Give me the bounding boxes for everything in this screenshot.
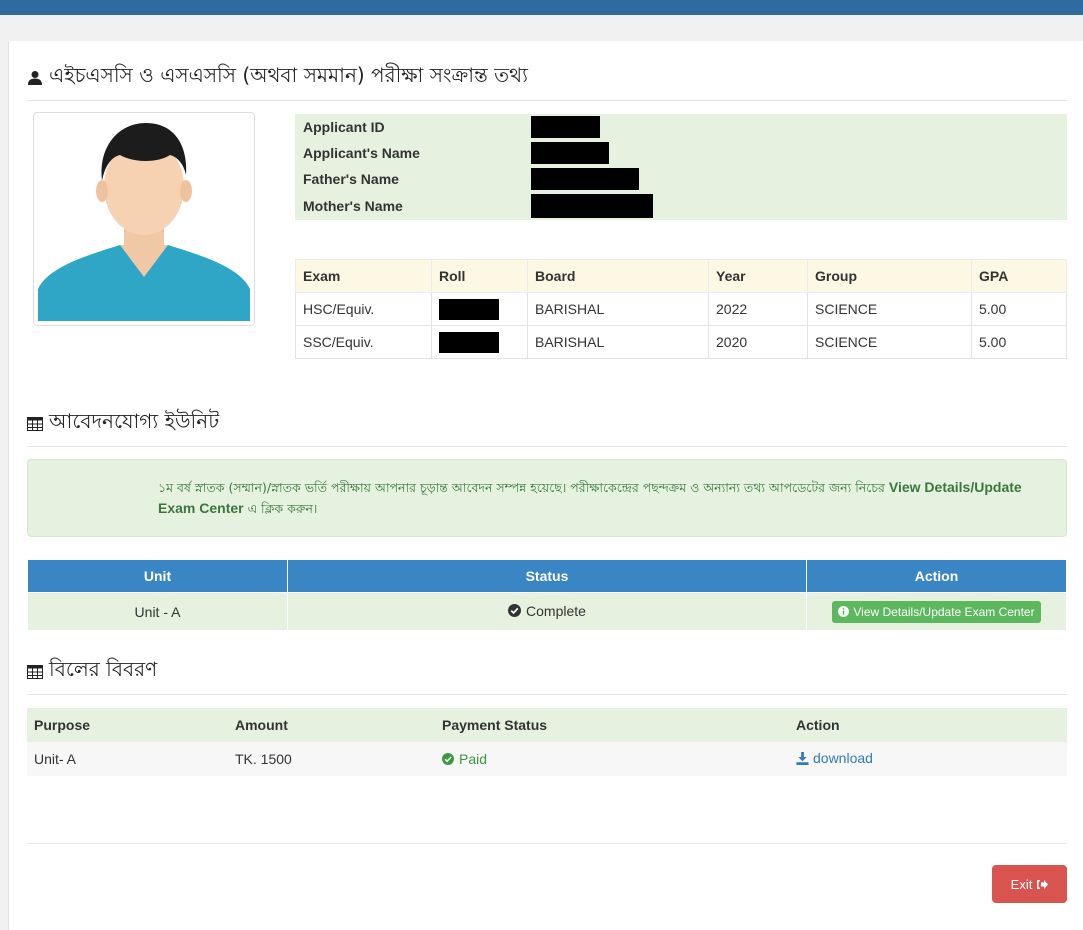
- exam-cell: SSC/Equiv.: [295, 325, 432, 359]
- amount-col-header: Amount: [228, 708, 435, 742]
- group-col-header: Group: [807, 259, 972, 293]
- father-name-row: Father's Name: [295, 166, 1067, 192]
- group-cell: SCIENCE: [807, 325, 972, 359]
- table-icon: [27, 664, 43, 679]
- top-navbar: [0, 0, 1083, 15]
- status-col-header: Status: [287, 559, 807, 593]
- payment-status-cell: Paid: [435, 742, 789, 776]
- exit-button[interactable]: Exit: [992, 865, 1067, 903]
- view-details-update-exam-center-button[interactable]: View Details/Update Exam Center: [832, 600, 1041, 623]
- paid-text: Paid: [459, 750, 488, 767]
- board-cell: BARISHAL: [527, 325, 709, 359]
- action-col-header: Action: [806, 559, 1067, 593]
- avatar-placeholder-image: [38, 123, 250, 321]
- unit-status-table: Unit Status Action Unit - A Complete Vie…: [27, 559, 1067, 631]
- applicant-id-value: [531, 114, 1067, 140]
- redacted-block: [531, 142, 609, 164]
- applicant-name-label: Applicant's Name: [295, 140, 531, 166]
- redacted-block: [439, 298, 499, 320]
- alert-text-before: ১ম বর্ষ স্নাতক (সম্মান)/স্নাতক ভর্তি পরী…: [158, 480, 885, 495]
- purpose-cell: Unit- A: [27, 742, 228, 776]
- roll-col-header: Roll: [431, 259, 528, 293]
- download-icon: [796, 751, 809, 765]
- check-circle-icon: [508, 604, 522, 618]
- applicant-name-row: Applicant's Name: [295, 140, 1067, 166]
- board-cell: BARISHAL: [527, 292, 709, 326]
- redacted-block: [531, 193, 653, 218]
- exam-table-header: Exam Roll Board Year Group GPA: [295, 259, 1067, 293]
- table-row: HSC/Equiv. BARISHAL 2022 SCIENCE 5.00: [295, 292, 1067, 326]
- unit-table-header: Unit Status Action: [27, 559, 1067, 593]
- table-row: Unit - A Complete View Details/Update Ex…: [27, 592, 1067, 631]
- info-circle-icon: [838, 606, 850, 617]
- exam-info-title-text: এইচএসসি ও এসএসসি (অথবা সমমান) পরীক্ষা সং…: [49, 63, 528, 87]
- application-success-alert: ১ম বর্ষ স্নাতক (সম্মান)/স্নাতক ভর্তি পরী…: [27, 459, 1067, 537]
- status-text: Complete: [526, 602, 586, 619]
- exam-results-table: Exam Roll Board Year Group GPA HSC/Equiv…: [295, 259, 1067, 359]
- year-cell: 2020: [708, 325, 808, 359]
- action-cell: View Details/Update Exam Center: [806, 592, 1067, 631]
- year-cell: 2022: [708, 292, 808, 326]
- bill-action-col-header: Action: [789, 708, 1067, 742]
- father-name-value: [531, 166, 1067, 192]
- bill-action-cell: download: [789, 742, 1067, 776]
- unit-col-header: Unit: [27, 559, 288, 593]
- board-col-header: Board: [527, 259, 709, 293]
- sign-out-icon: [1036, 879, 1049, 890]
- exam-info-section-title: এইচএসসি ও এসএসসি (অথবা সমমান) পরীক্ষা সং…: [27, 61, 1067, 101]
- download-link-text: download: [813, 750, 873, 767]
- year-col-header: Year: [708, 259, 808, 293]
- main-panel: এইচএসসি ও এসএসসি (অথবা সমমান) পরীক্ষা সং…: [8, 41, 1083, 930]
- view-details-button-label: View Details/Update Exam Center: [853, 604, 1035, 619]
- applicant-info-table: Applicant ID Applicant's Name Father's N…: [295, 114, 1067, 225]
- bill-title-text: বিলের বিবরণ: [49, 657, 158, 681]
- redacted-block: [439, 331, 499, 353]
- footer-divider: [27, 843, 1067, 844]
- mother-name-label: Mother's Name: [295, 192, 531, 225]
- applicant-name-value: [531, 140, 1067, 166]
- redacted-block: [531, 168, 639, 190]
- status-cell: Complete: [287, 592, 807, 631]
- table-row: Unit- A TK. 1500 Paid download: [27, 742, 1067, 776]
- exit-button-label: Exit: [1010, 876, 1033, 892]
- gpa-cell: 5.00: [971, 292, 1067, 326]
- purpose-col-header: Purpose: [27, 708, 228, 742]
- units-section-title: আবেদনযোগ্য ইউনিট: [27, 407, 1067, 447]
- applicant-id-row: Applicant ID: [295, 114, 1067, 140]
- table-row: SSC/Equiv. BARISHAL 2020 SCIENCE 5.00: [295, 325, 1067, 359]
- unit-cell: Unit - A: [27, 592, 288, 631]
- applicant-id-label: Applicant ID: [295, 114, 531, 140]
- gpa-col-header: GPA: [971, 259, 1067, 293]
- applicant-photo: [33, 112, 255, 326]
- status-complete: Complete: [508, 603, 586, 619]
- table-icon: [27, 416, 43, 431]
- paid-status: Paid: [442, 751, 487, 767]
- father-name-label: Father's Name: [295, 166, 531, 192]
- gpa-cell: 5.00: [971, 325, 1067, 359]
- redacted-block: [531, 116, 600, 138]
- mother-name-row: Mother's Name: [295, 192, 1067, 225]
- alert-message: ১ম বর্ষ স্নাতক (সম্মান)/স্নাতক ভর্তি পরী…: [46, 477, 1050, 519]
- roll-cell: [431, 325, 528, 359]
- bill-section-title: বিলের বিবরণ: [27, 655, 1067, 695]
- payment-status-col-header: Payment Status: [435, 708, 789, 742]
- group-cell: SCIENCE: [807, 292, 972, 326]
- bill-table-header: Purpose Amount Payment Status Action: [27, 708, 1067, 742]
- roll-cell: [431, 292, 528, 326]
- exam-cell: HSC/Equiv.: [295, 292, 432, 326]
- alert-text-after: এ ক্লিক করুন।: [247, 501, 318, 516]
- download-link[interactable]: download: [796, 750, 873, 766]
- mother-name-value: [531, 192, 1067, 225]
- exam-col-header: Exam: [295, 259, 432, 293]
- amount-cell: TK. 1500: [228, 742, 435, 776]
- check-circle-icon: [442, 752, 454, 765]
- user-icon: [27, 70, 43, 86]
- bill-details-table: Purpose Amount Payment Status Action Uni…: [27, 708, 1067, 776]
- units-title-text: আবেদনযোগ্য ইউনিট: [49, 409, 220, 433]
